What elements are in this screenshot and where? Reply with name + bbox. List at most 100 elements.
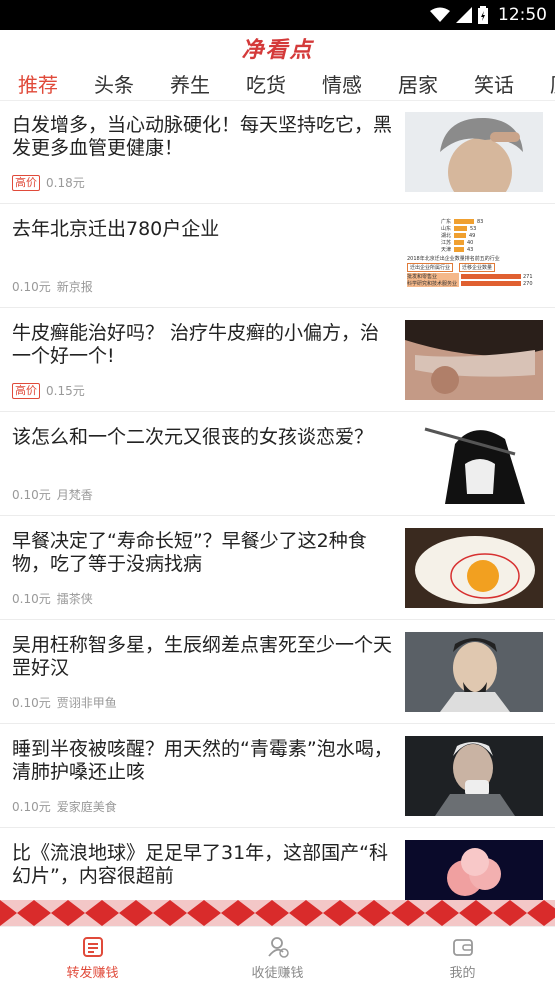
article-meta: 高价 0.15元 bbox=[12, 382, 85, 399]
thumb-chart-row: 湖北 49 bbox=[431, 232, 537, 240]
thumb-chart-label: 山东 bbox=[440, 226, 451, 232]
thumb-chart-bar bbox=[454, 247, 464, 252]
article-price: 0.10元 bbox=[12, 800, 51, 814]
high-price-badge: 高价 bbox=[12, 174, 40, 191]
article-item[interactable]: 睡到半夜被咳醒？用天然的“青霉素”泡水喝，清肺护嗓还止咳 0.10元 爱家庭美食 bbox=[0, 724, 555, 828]
article-item[interactable]: 牛皮癣能治好吗？ 治疗牛皮癣的小偏方，治一个好一个! 高价 0.15元 bbox=[0, 308, 555, 412]
status-icons bbox=[430, 6, 488, 24]
thumb-chart-value: 53 bbox=[470, 225, 477, 232]
thumb-table-bar bbox=[461, 281, 521, 286]
article-title: 睡到半夜被咳醒？用天然的“青霉素”泡水喝，清肺护嗓还止咳 bbox=[12, 738, 393, 783]
thumb-chart-bar bbox=[454, 240, 464, 245]
article-meta: 0.10元 月梵香 bbox=[12, 486, 93, 503]
tab-jokes[interactable]: 笑话 bbox=[474, 69, 514, 98]
article-source: 爱家庭美食 bbox=[56, 800, 117, 814]
article-source: 新京报 bbox=[56, 280, 93, 294]
article-title: 吴用枉称智多星，生辰纲差点害死至少一个天罡好汉 bbox=[12, 634, 393, 679]
article-item[interactable]: 吴用枉称智多星，生辰纲差点害死至少一个天罡好汉 0.10元 贾诩非甲鱼 bbox=[0, 620, 555, 724]
article-thumbnail bbox=[405, 528, 543, 608]
article-price: 0.10元 bbox=[12, 280, 51, 294]
thumb-chart-label: 天津 bbox=[440, 247, 451, 253]
battery-icon bbox=[478, 6, 488, 24]
thumb-chart-row: 山东 53 bbox=[431, 225, 537, 233]
tab-food[interactable]: 吃货 bbox=[246, 69, 286, 98]
article-item[interactable]: 比《流浪地球》足足早了31年，这部国产“科幻片”，内容很超前 bbox=[0, 828, 555, 900]
user-coin-icon bbox=[267, 936, 289, 958]
thumb-chart-row: 广东 83 bbox=[431, 218, 537, 226]
article-meta: 0.10元 贾诩非甲鱼 bbox=[12, 694, 117, 711]
article-title: 比《流浪地球》足足早了31年，这部国产“科幻片”，内容很超前 bbox=[12, 842, 389, 887]
article-list: 白发增多，当心动脉硬化！每天坚持吃它，黑发更多血管更健康！ 高价 0.18元 去… bbox=[0, 100, 555, 900]
tab-headlines[interactable]: 头条 bbox=[94, 69, 134, 98]
article-meta: 高价 0.18元 bbox=[12, 174, 85, 191]
wifi-icon bbox=[430, 7, 450, 22]
decorative-pattern bbox=[0, 900, 555, 926]
article-price: 0.15元 bbox=[46, 384, 85, 398]
article-price: 0.10元 bbox=[12, 696, 51, 710]
tab-recommend[interactable]: 推荐 bbox=[18, 69, 58, 98]
thumb-table: 批发和零售业 271 科学研究和技术服务业 270 bbox=[405, 273, 543, 287]
thumb-chart-value: 83 bbox=[477, 218, 484, 225]
signal-icon bbox=[456, 7, 472, 23]
nav-recruit-earn[interactable]: 收徒赚钱 bbox=[185, 927, 370, 989]
thumb-chart-label: 江苏 bbox=[440, 240, 451, 246]
article-thumbnail bbox=[405, 840, 543, 900]
article-title: 早餐决定了“寿命长短”？早餐少了这2种食物，吃了等于没病找病 bbox=[12, 530, 367, 575]
article-title: 白发增多，当心动脉硬化！每天坚持吃它，黑发更多血管更健康！ bbox=[12, 114, 393, 159]
thumb-chart-caption: 2018年北京迁出企业数量排名前五的行业 bbox=[407, 256, 500, 262]
tab-health[interactable]: 养生 bbox=[170, 69, 210, 98]
article-source: 月梵香 bbox=[56, 488, 93, 502]
high-price-badge: 高价 bbox=[12, 382, 40, 399]
article-thumbnail bbox=[405, 320, 543, 400]
thumb-table-value: 270 bbox=[523, 280, 533, 287]
thumb-chart-row: 江苏 40 bbox=[431, 239, 537, 247]
article-thumbnail: 广东 83 山东 53 湖北 49 江苏 40 天津 43 2018年北京迁出企业数量排名前五的行… bbox=[405, 216, 543, 296]
article-source: 贾诩非甲鱼 bbox=[56, 696, 117, 710]
thumb-bar-chart: 广东 83 山东 53 湖北 49 江苏 40 天津 43 bbox=[405, 216, 543, 255]
article-meta: 0.10元 爱家庭美食 bbox=[12, 798, 117, 815]
thumb-table-header: 迁出企业所属行业 迁移企业数量 bbox=[407, 263, 541, 272]
article-thumbnail bbox=[405, 632, 543, 712]
news-icon bbox=[82, 936, 103, 957]
tab-history[interactable]: 历 bbox=[550, 69, 555, 98]
article-thumbnail bbox=[405, 424, 543, 504]
app-header: 净看点 bbox=[0, 30, 555, 66]
status-bar: 12:50 bbox=[0, 0, 555, 30]
category-tabs: 推荐 头条 养生 吃货 情感 居家 笑话 历 bbox=[0, 66, 555, 101]
thumb-chart-value: 43 bbox=[467, 246, 474, 253]
thumb-table-label: 批发和零售业 bbox=[407, 273, 459, 280]
article-price: 0.18元 bbox=[46, 176, 85, 190]
thumb-table-value: 271 bbox=[523, 273, 533, 280]
nav-mine[interactable]: 我的 bbox=[370, 927, 555, 989]
thumb-col2: 迁移企业数量 bbox=[459, 263, 496, 272]
article-item[interactable]: 去年北京迁出780户企业 0.10元 新京报 广东 83 山东 53 湖北 49 江苏 40 天… bbox=[0, 204, 555, 308]
article-title: 去年北京迁出780户企业 bbox=[12, 218, 220, 240]
article-item[interactable]: 白发增多，当心动脉硬化！每天坚持吃它，黑发更多血管更健康！ 高价 0.18元 bbox=[0, 100, 555, 204]
article-source: 擂茶侠 bbox=[56, 592, 93, 606]
thumb-chart-row: 天津 43 bbox=[431, 246, 537, 254]
wallet-icon bbox=[452, 938, 473, 956]
article-item[interactable]: 该怎么和一个二次元又很丧的女孩谈恋爱？ 0.10元 月梵香 bbox=[0, 412, 555, 516]
thumb-chart-label: 湖北 bbox=[440, 233, 451, 239]
app-logo: 净看点 bbox=[241, 38, 314, 63]
tab-home[interactable]: 居家 bbox=[398, 69, 438, 98]
article-item[interactable]: 早餐决定了“寿命长短”？早餐少了这2种食物，吃了等于没病找病 0.10元 擂茶侠 bbox=[0, 516, 555, 620]
thumb-table-row: 批发和零售业 271 bbox=[407, 273, 543, 280]
thumb-table-row: 科学研究和技术服务业 270 bbox=[407, 280, 543, 287]
thumb-chart-bar bbox=[454, 226, 467, 231]
article-price: 0.10元 bbox=[12, 592, 51, 606]
status-time: 12:50 bbox=[498, 5, 547, 25]
thumb-col1: 迁出企业所属行业 bbox=[407, 263, 454, 272]
tab-emotion[interactable]: 情感 bbox=[322, 69, 362, 98]
article-meta: 0.10元 新京报 bbox=[12, 278, 93, 295]
nav-share-earn[interactable]: 转发赚钱 bbox=[0, 927, 185, 989]
article-meta: 0.10元 擂茶侠 bbox=[12, 590, 93, 607]
thumb-chart-bar bbox=[454, 233, 466, 238]
thumb-table-label: 科学研究和技术服务业 bbox=[407, 280, 459, 287]
thumb-chart-bar bbox=[454, 219, 474, 224]
nav-label: 收徒赚钱 bbox=[251, 965, 304, 981]
thumb-table-bar bbox=[461, 274, 521, 279]
article-thumbnail bbox=[405, 736, 543, 816]
article-thumbnail bbox=[405, 112, 543, 192]
article-price: 0.10元 bbox=[12, 488, 51, 502]
